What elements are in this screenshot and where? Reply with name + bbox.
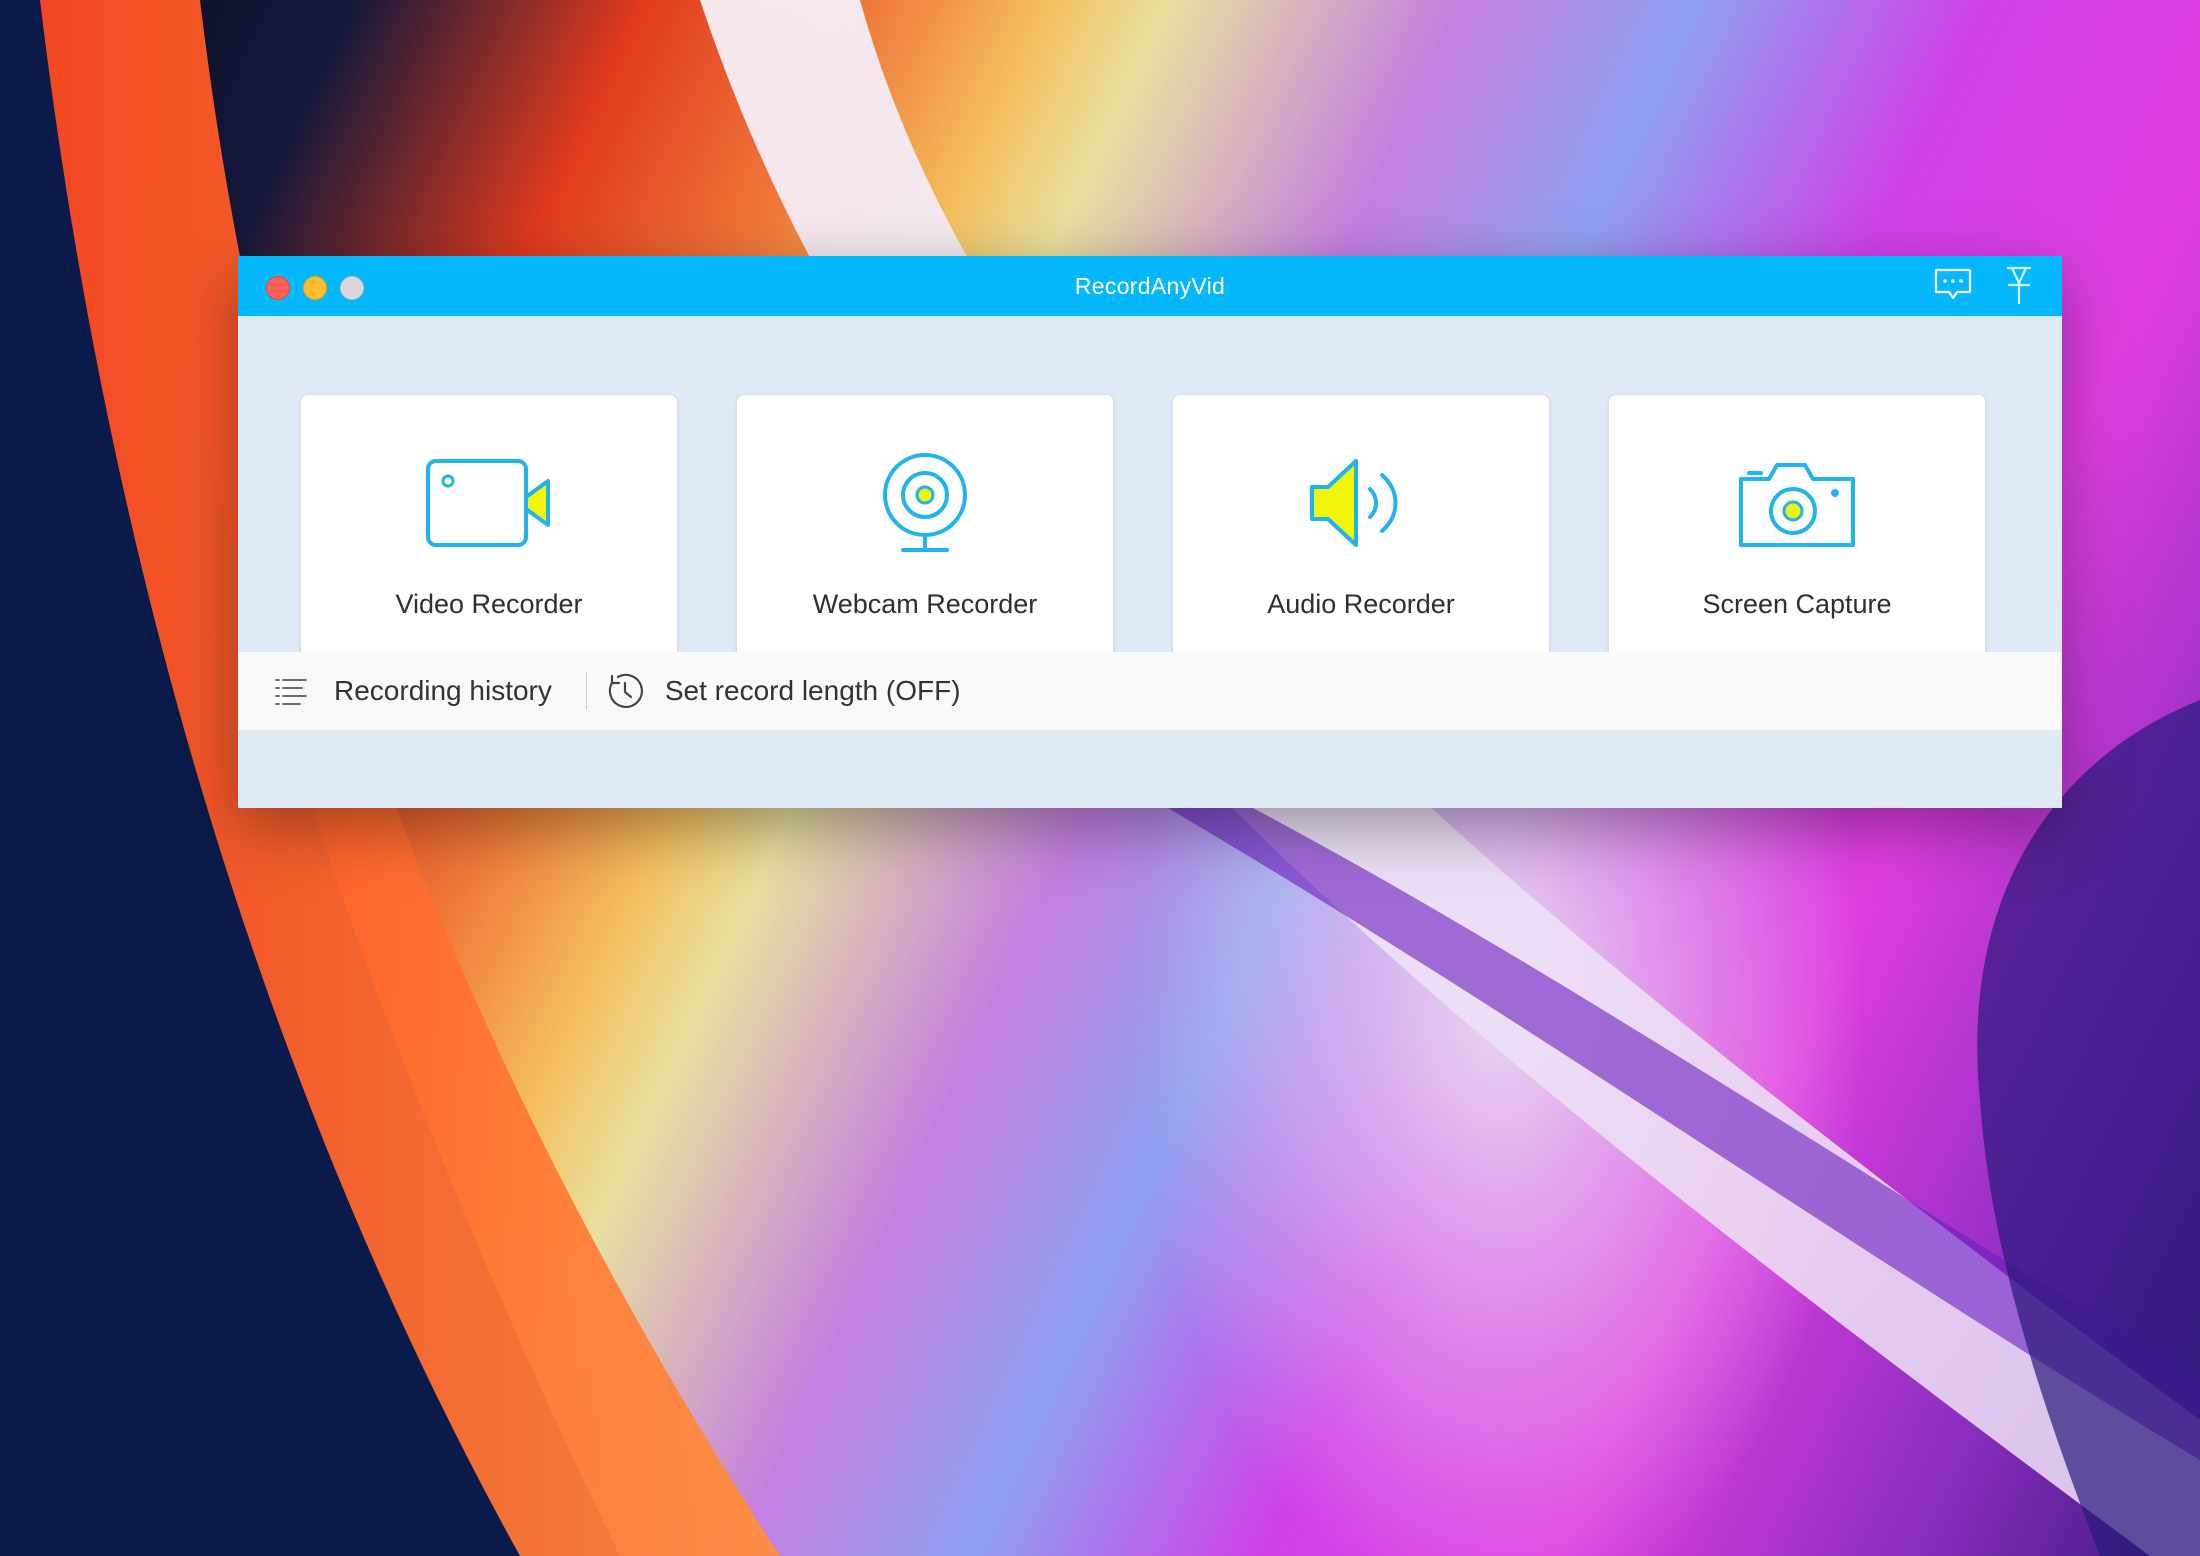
window-title: RecordAnyVid — [1074, 272, 1226, 299]
close-button[interactable] — [266, 276, 290, 300]
footer-divider — [585, 672, 587, 710]
card-label: Screen Capture — [1702, 589, 1892, 619]
card-label: Video Recorder — [395, 589, 583, 619]
recording-history-label: Recording history — [334, 675, 552, 706]
main-content: Video Recorder Webcam Recorder Audio Rec… — [238, 316, 2062, 730]
audio-recorder-card[interactable]: Audio Recorder — [1172, 394, 1550, 658]
speaker-icon — [1291, 453, 1431, 553]
video-camera-icon — [419, 453, 559, 553]
recording-history-button[interactable]: Recording history — [274, 675, 552, 707]
screen-capture-card[interactable]: Screen Capture — [1608, 394, 1986, 658]
list-icon — [274, 676, 308, 706]
feedback-icon — [1934, 268, 1972, 300]
zoom-button[interactable] — [340, 276, 364, 300]
camera-icon — [1727, 453, 1867, 553]
set-record-length-button[interactable]: Set record length (OFF) — [605, 671, 961, 711]
webcam-icon — [855, 453, 995, 553]
feedback-button[interactable] — [1932, 264, 1974, 306]
recorder-cards: Video Recorder Webcam Recorder Audio Rec… — [300, 394, 1986, 658]
window-controls — [266, 276, 364, 300]
video-recorder-card[interactable]: Video Recorder — [300, 394, 678, 658]
pin-button[interactable] — [1998, 264, 2040, 306]
record-length-label: Set record length (OFF) — [664, 675, 961, 706]
card-label: Webcam Recorder — [812, 589, 1038, 619]
card-label: Audio Recorder — [1267, 589, 1455, 619]
pin-icon — [2006, 266, 2032, 305]
footer-bar: Recording history Set record length (OFF… — [238, 652, 2062, 730]
minimize-button[interactable] — [303, 276, 327, 300]
title-bar: RecordAnyVid — [238, 256, 2062, 316]
webcam-recorder-card[interactable]: Webcam Recorder — [736, 394, 1114, 658]
title-actions — [1932, 264, 2040, 306]
clock-icon — [605, 671, 645, 711]
app-window: RecordAnyVid Video Recorder Webcam Recor… — [238, 256, 2062, 808]
